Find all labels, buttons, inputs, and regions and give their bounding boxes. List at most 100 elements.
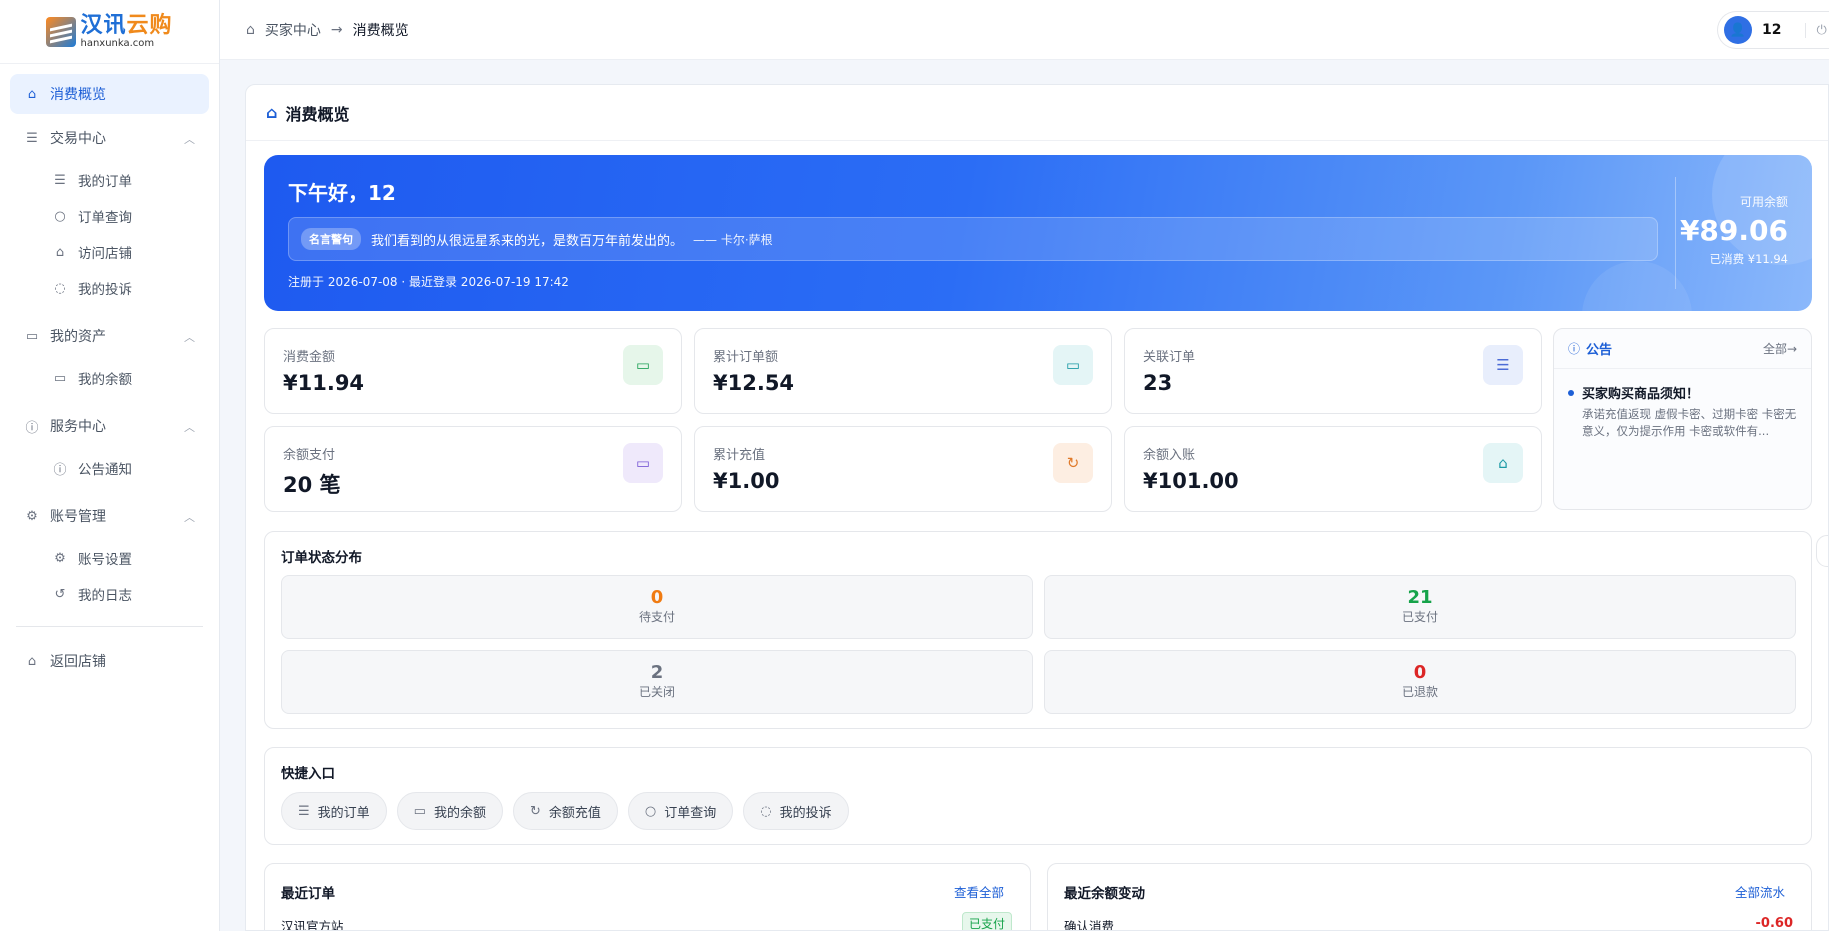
card-icon: ▭: [53, 370, 67, 386]
status-count: 0: [650, 587, 664, 608]
announcement-item-title: 买家购买商品须知！: [1568, 383, 1797, 402]
sidebar-item-my-balance[interactable]: ▭ 我的余额: [10, 360, 209, 396]
status-label: 已退款: [1401, 685, 1438, 699]
quick-order-query-button[interactable]: ○ 订单查询: [627, 792, 734, 830]
avatar[interactable]: 👤: [1724, 16, 1752, 44]
info-icon: ⓘ: [1568, 342, 1581, 356]
message-icon: ◌: [760, 803, 772, 819]
search-icon: ○: [54, 208, 66, 224]
top-header: ⌂ 买家中心 → 消费概览 👤 12 ⏻: [220, 0, 1829, 60]
gear-icon: ⚙: [26, 508, 38, 524]
announcement-item[interactable]: 买家购买商品须知！ 承诺充值返现 虚假卡密、过期卡密 卡密无意义，仅为提示作用 …: [1554, 369, 1811, 440]
list-icon: ☰: [54, 172, 66, 188]
order-status-section: 订单状态分布 0 待支付 21 已支付 2 已关闭 0 已退款: [264, 531, 1812, 729]
sidebar-item-my-logs[interactable]: ↺ 我的日志: [10, 576, 209, 612]
sidebar-item-order-query[interactable]: ○ 订单查询: [10, 198, 209, 234]
status-label: 待支付: [638, 610, 675, 624]
status-label: 已支付: [1401, 610, 1438, 624]
breadcrumb: ⌂ 买家中心 → 消费概览: [246, 20, 409, 40]
stat-label: 累计充值: [713, 448, 766, 463]
sidebar-group-header-account[interactable]: ⚙ 账号管理 ︿: [10, 496, 209, 536]
status-label: 已关闭: [638, 685, 675, 699]
status-refunded[interactable]: 0 已退款: [1044, 650, 1796, 714]
list-icon: ☰: [298, 803, 310, 819]
stat-value: ¥11.94: [283, 371, 365, 395]
list-icon: ☰: [1483, 345, 1523, 385]
logo-title: 汉讯云购: [80, 12, 173, 38]
section-title: 快捷入口: [281, 766, 335, 782]
quick-my-orders-button[interactable]: ☰ 我的订单: [281, 792, 387, 830]
quote-box: 名言警句 我们看到的从很远星系来的光，是数百万年前发出的。 —— 卡尔·萨根: [288, 217, 1658, 261]
stat-card-linked-orders: 关联订单 23 ☰: [1124, 328, 1542, 414]
breadcrumb-root[interactable]: 买家中心: [265, 20, 321, 40]
sidebar-item-overview[interactable]: ⌂ 消费概览: [10, 74, 209, 114]
quick-my-balance-button[interactable]: ▭ 我的余额: [396, 792, 503, 830]
status-closed[interactable]: 2 已关闭: [281, 650, 1033, 714]
greeting: 下午好，12: [288, 181, 396, 205]
view-all-orders-link[interactable]: 查看全部: [954, 882, 1004, 901]
breadcrumb-current: 消费概览: [352, 22, 409, 39]
sidebar-nav: ⌂ 消费概览 ☰ 交易中心 ︿ ☰ 我的订单 ○ 订单查询 ⌂ 访问店铺 ◌ 我…: [0, 64, 219, 695]
sidebar-item-my-orders[interactable]: ☰ 我的订单: [10, 162, 209, 198]
card-icon: ▭: [413, 803, 426, 819]
announcement-title: 公告: [1586, 343, 1613, 358]
balance-row-amount: -0.60: [1755, 916, 1793, 931]
user-menu[interactable]: 👤 12 ⏻: [1717, 11, 1829, 49]
balance-value: ¥89.06: [1679, 214, 1788, 247]
home-icon[interactable]: ⌂: [246, 22, 255, 38]
main-panel: ⌂ 消费概览 下午好，12 名言警句 我们看到的从很远星系来的光，是数百万年前发…: [245, 84, 1829, 931]
balance-label: 可用余额: [1739, 195, 1788, 209]
quick-access-section: 快捷入口 ☰ 我的订单 ▭ 我的余额 ↻ 余额充值 ○ 订单查询 ◌ 我的投诉: [264, 747, 1812, 845]
stat-value: ¥12.54: [713, 371, 795, 395]
status-count: 21: [1407, 587, 1433, 608]
sidebar-item-visit-store[interactable]: ⌂ 访问店铺: [10, 234, 209, 270]
status-paid[interactable]: 21 已支付: [1044, 575, 1796, 639]
recent-orders-card: 最近订单 查看全部 汉讯官方站 已支付: [264, 863, 1031, 930]
announcement-all-link[interactable]: 全部→: [1763, 340, 1797, 357]
announcement-card: ⓘ 公告 全部→ 买家购买商品须知！ 承诺充值返现 虚假卡密、过期卡密 卡密无意…: [1553, 328, 1812, 510]
sidebar-item-announcements[interactable]: ⓘ 公告通知: [10, 450, 209, 486]
quick-access-list: ☰ 我的订单 ▭ 我的余额 ↻ 余额充值 ○ 订单查询 ◌ 我的投诉: [281, 792, 849, 830]
sidebar-group-header-trade[interactable]: ☰ 交易中心 ︿: [10, 118, 209, 158]
logo[interactable]: 汉讯云购 hanxunka.com: [0, 0, 219, 64]
order-row-name[interactable]: 汉讯官方站: [281, 916, 344, 930]
list-icon: ☰: [26, 130, 38, 146]
power-icon[interactable]: ⏻: [1805, 22, 1827, 38]
history-icon: ↺: [54, 586, 66, 602]
side-drawer-handle[interactable]: [1816, 535, 1828, 567]
stat-card-recharge: 累计充值 ¥1.00 ↻: [694, 426, 1112, 512]
registration-info: 注册于 2026-07-08 · 最近登录 2026-07-19 17:42: [288, 275, 569, 289]
stat-label: 余额入账: [1143, 448, 1196, 463]
stat-value: ¥1.00: [713, 469, 780, 493]
sidebar-item-back-to-store[interactable]: ⌂ 返回店铺: [10, 641, 209, 681]
card-icon: ▭: [1053, 345, 1093, 385]
status-count: 0: [1413, 662, 1427, 683]
chevron-up-icon: ︿: [184, 331, 195, 344]
sidebar-divider: [16, 626, 203, 627]
sidebar-item-label: 消费概览: [50, 87, 106, 103]
balance-summary: 可用余额 ¥89.06 已消费 ¥11.94: [1680, 193, 1788, 267]
stat-value: 23: [1143, 371, 1173, 395]
sidebar-item-complaints[interactable]: ◌ 我的投诉: [10, 270, 209, 306]
quote-text: 我们看到的从很远星系来的光，是数百万年前发出的。: [371, 233, 684, 249]
announcement-item-body: 承诺充值返现 虚假卡密、过期卡密 卡密无意义，仅为提示作用 卡密或软件有...: [1582, 407, 1797, 438]
info-icon: ⓘ: [25, 420, 39, 436]
stat-label: 累计订单额: [713, 350, 779, 365]
sidebar-group-trade: ☰ 交易中心 ︿ ☰ 我的订单 ○ 订单查询 ⌂ 访问店铺 ◌ 我的投诉: [10, 118, 209, 306]
logo-badge-icon: [46, 16, 77, 47]
sidebar-group-header-assets[interactable]: ▭ 我的资产 ︿: [10, 316, 209, 356]
quote-tag: 名言警句: [301, 228, 361, 250]
home-icon: ⌂: [55, 244, 65, 260]
status-count: 2: [650, 662, 664, 683]
logo-mark: 汉讯云购 hanxunka.com: [46, 12, 173, 49]
all-transactions-link[interactable]: 全部流水: [1735, 882, 1785, 901]
chevron-up-icon: ︿: [184, 421, 195, 434]
section-title: 订单状态分布: [281, 550, 362, 566]
sidebar-group-header-service[interactable]: ⓘ 服务中心 ︿: [10, 406, 209, 446]
home-icon: ⌂: [266, 103, 278, 122]
status-pending[interactable]: 0 待支付: [281, 575, 1033, 639]
sidebar-item-account-settings[interactable]: ⚙ 账号设置: [10, 540, 209, 576]
quick-complaints-button[interactable]: ◌ 我的投诉: [743, 792, 849, 830]
stat-label: 关联订单: [1143, 350, 1196, 365]
quick-recharge-button[interactable]: ↻ 余额充值: [512, 792, 618, 830]
